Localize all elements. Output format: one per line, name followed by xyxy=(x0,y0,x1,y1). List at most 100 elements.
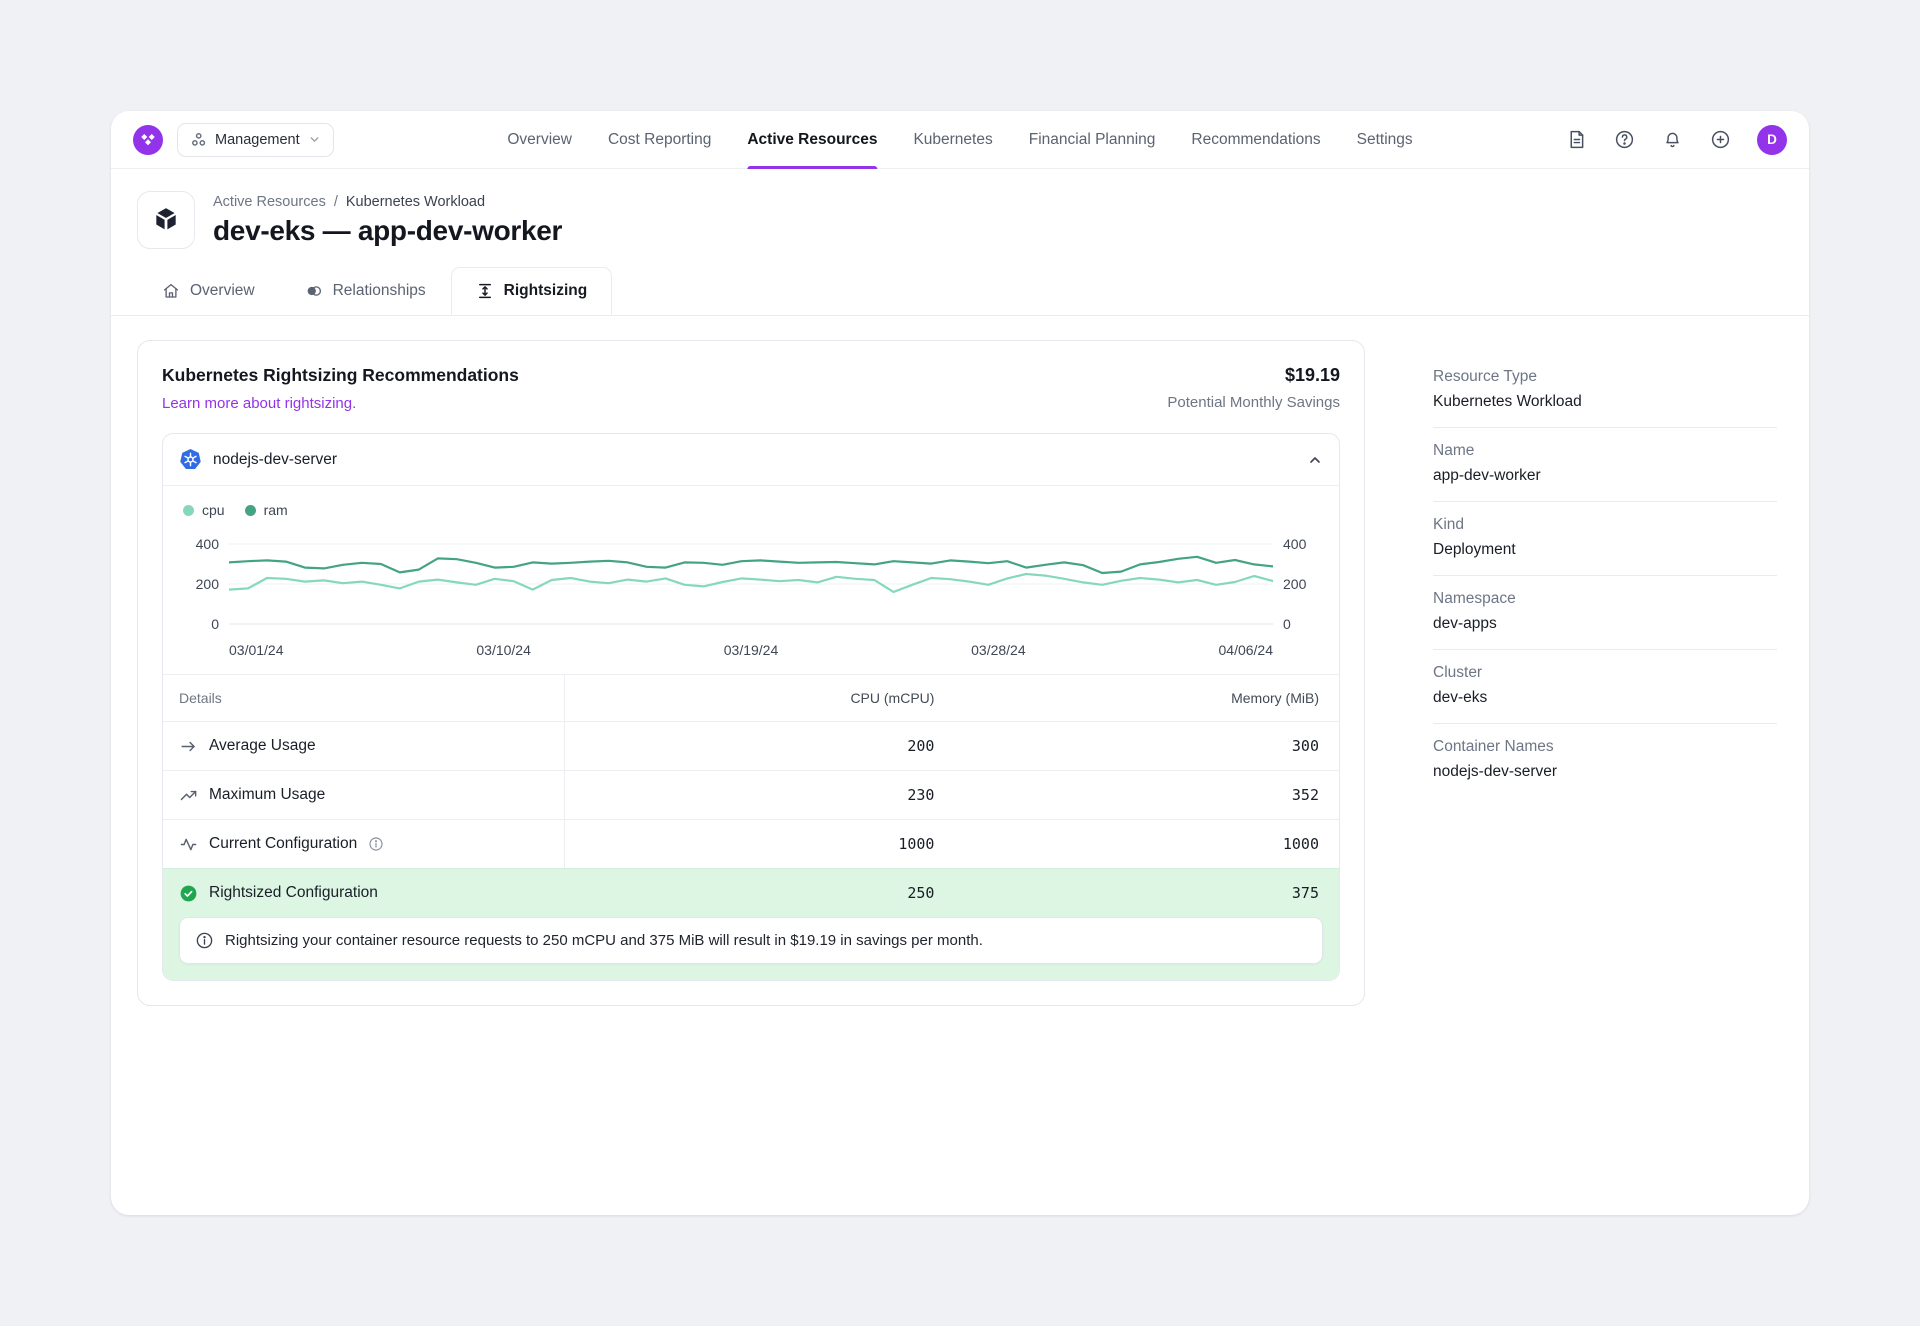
tab-relationships[interactable]: Relationships xyxy=(280,267,451,315)
workspace-switcher[interactable]: Management xyxy=(177,123,334,157)
info-icon xyxy=(195,931,214,950)
cpu-value: 250 xyxy=(907,884,934,902)
table-header-row: Details CPU (mCPU) Memory (MiB) xyxy=(163,675,1339,721)
memory-value: 352 xyxy=(1292,786,1319,804)
x-tick-label: 03/28/24 xyxy=(971,642,1026,658)
tab-rightsizing-label: Rightsizing xyxy=(504,282,588,300)
top-bar: Management Overview Cost Reporting Activ… xyxy=(111,111,1809,169)
main-navigation: Overview Cost Reporting Active Resources… xyxy=(507,111,1412,169)
chevron-down-icon xyxy=(308,133,321,146)
field-name: Name app-dev-worker xyxy=(1433,428,1777,502)
venn-icon xyxy=(305,282,323,300)
user-avatar[interactable]: D xyxy=(1757,125,1787,155)
field-value: app-dev-worker xyxy=(1433,467,1777,485)
page-title: dev-eks — app-dev-worker xyxy=(213,215,562,247)
rightsizing-note: Rightsizing your container resource requ… xyxy=(179,917,1323,964)
table-row-current-configuration: Current Configuration 1000 1000 xyxy=(163,819,1339,868)
top-actions: D xyxy=(1565,125,1787,155)
field-label: Cluster xyxy=(1433,664,1777,682)
field-value: Kubernetes Workload xyxy=(1433,393,1777,411)
nav-item-active-resources[interactable]: Active Resources xyxy=(747,111,877,169)
table-row-average-usage: Average Usage 200 300 xyxy=(163,721,1339,770)
nav-item-kubernetes[interactable]: Kubernetes xyxy=(913,111,992,169)
x-tick-label: 04/06/24 xyxy=(1219,642,1274,658)
header-cpu: CPU (mCPU) xyxy=(565,675,934,721)
add-icon[interactable] xyxy=(1709,129,1731,151)
usage-table: Details CPU (mCPU) Memory (MiB) Average … xyxy=(163,674,1339,980)
y-tick-label: 400 xyxy=(196,536,219,552)
note-text: Rightsizing your container resource requ… xyxy=(225,932,983,949)
rightsizing-card: Kubernetes Rightsizing Recommendations L… xyxy=(137,340,1365,1006)
memory-value: 375 xyxy=(1292,884,1319,902)
chevron-up-icon[interactable] xyxy=(1307,452,1323,468)
breadcrumb-separator: / xyxy=(334,194,338,210)
field-label: Name xyxy=(1433,442,1777,460)
header-details: Details xyxy=(163,675,565,721)
field-container-names: Container Names nodejs-dev-server xyxy=(1433,724,1777,797)
y-tick-label: 200 xyxy=(196,576,219,592)
help-icon[interactable] xyxy=(1613,129,1635,151)
cpu-value: 200 xyxy=(907,737,934,755)
tab-overview-label: Overview xyxy=(190,282,255,300)
field-cluster: Cluster dev-eks xyxy=(1433,650,1777,724)
cpu-value: 230 xyxy=(907,786,934,804)
nav-item-settings[interactable]: Settings xyxy=(1357,111,1413,169)
field-value: dev-eks xyxy=(1433,689,1777,707)
chart-legend: cpu ram xyxy=(183,502,1319,518)
chart-plot xyxy=(229,536,1273,632)
y-tick-label: 0 xyxy=(1283,616,1291,632)
ram-legend-dot xyxy=(245,505,256,516)
vantage-logo-icon[interactable] xyxy=(133,125,163,155)
nav-item-overview[interactable]: Overview xyxy=(507,111,572,169)
nav-item-financial-planning[interactable]: Financial Planning xyxy=(1029,111,1156,169)
docs-icon[interactable] xyxy=(1565,129,1587,151)
x-tick-label: 03/19/24 xyxy=(724,642,779,658)
trend-up-icon xyxy=(179,786,198,805)
kubernetes-icon xyxy=(179,448,202,471)
field-resource-type: Resource Type Kubernetes Workload xyxy=(1433,368,1777,428)
tab-overview[interactable]: Overview xyxy=(137,267,280,315)
x-tick-label: 03/10/24 xyxy=(476,642,531,658)
cpu-legend-dot xyxy=(183,505,194,516)
info-icon[interactable] xyxy=(368,836,384,852)
row-label: Rightsized Configuration xyxy=(209,884,378,902)
container-name: nodejs-dev-server xyxy=(213,451,337,469)
rightsizing-note-area: Rightsizing your container resource requ… xyxy=(163,917,1339,980)
field-namespace: Namespace dev-apps xyxy=(1433,576,1777,650)
legend-item-ram[interactable]: ram xyxy=(245,502,288,518)
y-tick-label: 0 xyxy=(211,616,219,632)
card-title: Kubernetes Rightsizing Recommendations xyxy=(162,365,519,386)
field-label: Container Names xyxy=(1433,738,1777,756)
field-value: dev-apps xyxy=(1433,615,1777,633)
check-circle-icon xyxy=(179,884,198,903)
resource-cube-icon xyxy=(137,191,195,249)
y-tick-label: 400 xyxy=(1283,536,1306,552)
nodes-icon xyxy=(190,131,207,148)
legend-item-cpu[interactable]: cpu xyxy=(183,502,225,518)
breadcrumb-current: Kubernetes Workload xyxy=(346,194,485,210)
learn-more-link[interactable]: Learn more about rightsizing. xyxy=(162,395,356,412)
field-label: Namespace xyxy=(1433,590,1777,608)
workspace-label: Management xyxy=(215,132,300,148)
container-panel: nodejs-dev-server cpu ram xyxy=(162,433,1340,981)
nav-item-recommendations[interactable]: Recommendations xyxy=(1191,111,1320,169)
tab-bar: Overview Relationships Rightsizing xyxy=(111,267,1809,316)
arrow-right-icon xyxy=(179,737,198,756)
breadcrumb: Active Resources / Kubernetes Workload xyxy=(213,191,562,210)
y-axis-right: 400 200 0 xyxy=(1273,536,1319,632)
savings-caption: Potential Monthly Savings xyxy=(1167,394,1340,411)
notifications-bell-icon[interactable] xyxy=(1661,129,1683,151)
nav-item-cost-reporting[interactable]: Cost Reporting xyxy=(608,111,711,169)
memory-value: 1000 xyxy=(1283,835,1319,853)
field-value: nodejs-dev-server xyxy=(1433,763,1777,781)
app-window: Management Overview Cost Reporting Activ… xyxy=(111,111,1809,1215)
row-label: Average Usage xyxy=(209,737,316,755)
resize-vertical-icon xyxy=(476,282,494,300)
field-kind: Kind Deployment xyxy=(1433,502,1777,576)
tab-rightsizing[interactable]: Rightsizing xyxy=(451,267,613,315)
row-label: Current Configuration xyxy=(209,835,357,853)
y-tick-label: 200 xyxy=(1283,576,1306,592)
container-panel-header[interactable]: nodejs-dev-server xyxy=(163,434,1339,486)
field-label: Resource Type xyxy=(1433,368,1777,386)
breadcrumb-parent[interactable]: Active Resources xyxy=(213,194,326,210)
